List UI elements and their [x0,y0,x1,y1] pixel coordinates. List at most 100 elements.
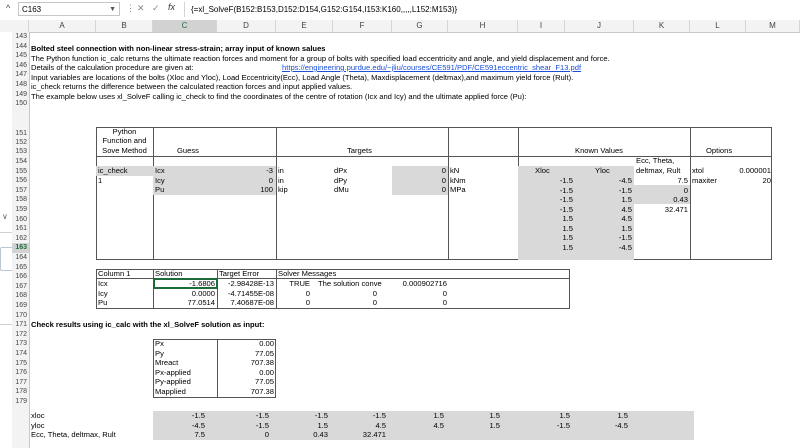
name-box[interactable]: C163 ▼ [18,2,120,16]
row-header[interactable]: 161 [12,224,29,234]
xloc-value[interactable]: 1.5 [518,243,573,253]
row-header[interactable]: 172 [12,330,29,340]
solution-value[interactable]: 77.0514 [155,298,215,308]
xloc-value[interactable]: -1.5 [518,176,573,186]
yloc-value[interactable]: -4.5 [594,176,632,186]
column-header-d[interactable]: D [217,20,276,32]
summary-xloc[interactable]: -1.5 [276,411,328,421]
column-header-h[interactable]: H [448,20,518,32]
target-value[interactable]: 0 [392,185,446,195]
row-header[interactable]: 163 [12,243,29,253]
row-header[interactable]: 178 [12,387,29,397]
column-header-k[interactable]: K [634,20,690,32]
yloc-value[interactable]: -4.5 [594,243,632,253]
row-header[interactable]: 147 [12,70,29,80]
guess-value[interactable]: 100 [217,185,273,195]
row-header[interactable]: 145 [12,51,29,61]
row-header[interactable]: 167 [12,282,29,292]
column-header-a[interactable]: A [29,20,96,32]
column-header-e[interactable]: E [276,20,333,32]
summary-xloc[interactable]: 1.5 [576,411,628,421]
option-value[interactable]: 0.000001 [719,166,771,176]
formula-input[interactable]: {=xl_SolveF(B152:B153,D152:D154,G152:G15… [184,2,796,17]
yloc-value[interactable]: 4.5 [594,205,632,215]
xloc-value[interactable]: 1.5 [518,214,573,224]
method-number[interactable]: 1 [98,176,102,186]
row-header[interactable]: 177 [12,378,29,388]
summary-yloc[interactable]: 1.5 [448,421,500,431]
summary-yloc[interactable]: -1.5 [518,421,570,431]
yloc-value[interactable]: 1.5 [594,195,632,205]
row-header[interactable]: 174 [12,349,29,359]
row-header[interactable]: 175 [12,359,29,369]
xloc-value[interactable]: -1.5 [518,186,573,196]
summary-xloc[interactable]: 1.5 [518,411,570,421]
summary-xloc[interactable]: -1.5 [153,411,205,421]
ecc-value[interactable]: 32.471 [634,205,688,215]
guess-value[interactable]: -3 [217,166,273,176]
more-options-icon[interactable]: ⋮ [126,3,135,14]
summary-xloc[interactable]: -1.5 [334,411,386,421]
summary-yloc[interactable]: -4.5 [576,421,628,431]
row-header[interactable]: 148 [12,80,29,90]
yloc-value[interactable]: -1.5 [594,186,632,196]
worksheet-grid[interactable]: Bolted steel connection with non-linear … [29,32,800,448]
yloc-value[interactable]: 4.5 [594,214,632,224]
row-header[interactable]: 173 [12,339,29,349]
row-header[interactable]: 154 [12,157,29,167]
column-header-j[interactable]: J [565,20,634,32]
row-header[interactable]: 165 [12,263,29,273]
cancel-icon[interactable]: ✕ [137,3,145,14]
row-header[interactable]: 143 [12,32,29,42]
ecc-value[interactable]: 0 [634,186,688,196]
row-header[interactable]: 157 [12,186,29,196]
row-header[interactable]: 158 [12,195,29,205]
selected-cell-c163[interactable] [153,278,218,289]
chevron-down-icon[interactable]: ▼ [109,3,116,17]
target-value[interactable]: 0 [392,166,446,176]
row-header[interactable]: 160 [12,215,29,225]
row-header[interactable]: 150 [12,99,29,109]
summary-ecc[interactable]: 32.471 [334,430,386,440]
column-header-c[interactable]: C [153,20,217,32]
column-header-g[interactable]: G [392,20,448,32]
row-header[interactable]: 171 [12,320,29,330]
summary-ecc[interactable]: 7.5 [153,430,205,440]
xloc-value[interactable]: 1.5 [518,224,573,234]
row-header[interactable]: 144 [12,42,29,52]
solution-value[interactable]: 0.0000 [155,289,215,299]
summary-yloc[interactable]: 4.5 [392,421,444,431]
insert-function-icon[interactable]: fx [168,2,175,12]
row-header[interactable]: 156 [12,176,29,186]
row-header[interactable]: 170 [12,311,29,321]
column-header-m[interactable]: M [746,20,800,32]
enter-icon[interactable]: ✓ [152,3,160,14]
collapse-ribbon-icon[interactable]: ^ [6,3,10,13]
xloc-value[interactable]: 1.5 [518,233,573,243]
row-header[interactable]: 162 [12,234,29,244]
row-header[interactable]: 159 [12,205,29,215]
row-header[interactable]: 155 [12,167,29,177]
row-header[interactable]: 151 [12,109,29,138]
summary-xloc[interactable]: -1.5 [217,411,269,421]
summary-xloc[interactable]: 1.5 [392,411,444,421]
chevron-down-icon[interactable]: ∨ [2,212,8,221]
reference-link[interactable]: https://engineering.purdue.edu/~jliu/cou… [282,63,581,73]
row-header[interactable]: 149 [12,90,29,100]
option-value[interactable]: 20 [719,176,771,186]
row-header[interactable]: 176 [12,368,29,378]
xloc-value[interactable]: -1.5 [518,205,573,215]
ecc-value[interactable]: 0.43 [634,195,688,205]
method-name[interactable]: ic_check [98,166,128,176]
ecc-value[interactable]: 7.5 [634,176,688,186]
row-header[interactable]: 146 [12,61,29,71]
column-header-l[interactable]: L [690,20,746,32]
column-header-i[interactable]: I [518,20,565,32]
yloc-value[interactable]: 1.5 [594,224,632,234]
summary-xloc[interactable]: 1.5 [448,411,500,421]
row-header[interactable]: 169 [12,301,29,311]
summary-ecc[interactable]: 0.43 [276,430,328,440]
row-header[interactable]: 166 [12,272,29,282]
yloc-value[interactable]: -1.5 [594,233,632,243]
row-header[interactable]: 179 [12,397,29,407]
